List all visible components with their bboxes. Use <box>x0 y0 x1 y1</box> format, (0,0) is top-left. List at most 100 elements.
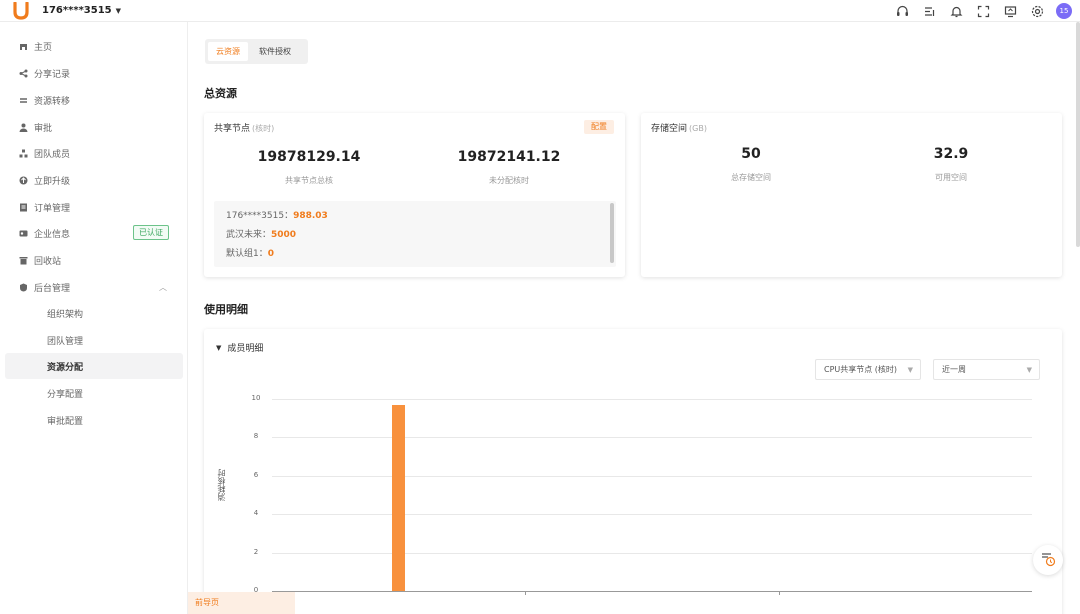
chevron-up-icon: ︿ <box>159 282 167 292</box>
sidebar-item-label: 回收站 <box>34 256 62 267</box>
list-item: 176****3515：988.03 <box>226 208 328 221</box>
stat-value: 50 <box>741 146 761 162</box>
y-axis-label: 消耗核时 <box>217 469 226 501</box>
top-toolbar: 15 <box>894 0 1072 22</box>
x-axis-line <box>272 591 1032 592</box>
gear-icon[interactable] <box>1029 3 1045 19</box>
sidebar-item-admin[interactable]: 后台管理 ︿ <box>5 274 183 300</box>
user-icon <box>19 123 28 132</box>
alloc-name: 武汉未来： <box>226 230 272 240</box>
remote-desktop-icon[interactable] <box>1002 3 1018 19</box>
sidebar-item-approval[interactable]: 审批 <box>5 114 183 140</box>
y-tick-label: 2 <box>253 547 259 556</box>
sidebar-item-label: 组织架构 <box>47 309 84 320</box>
sidebar-item-label: 订单管理 <box>34 203 71 214</box>
trash-icon <box>19 256 28 265</box>
stat-label: 共享节点总核 <box>285 176 333 185</box>
gridline <box>272 514 1032 516</box>
sidebar-item-label: 分享记录 <box>34 69 71 80</box>
sidebar-subitem-team-management[interactable]: 团队管理 <box>5 327 183 353</box>
list-icon[interactable] <box>921 3 937 19</box>
list-item: 武汉未来：5000 <box>226 227 296 240</box>
stat-label: 未分配核时 <box>489 176 529 185</box>
sidebar-item-home[interactable]: 主页 <box>5 33 183 59</box>
period-select[interactable]: 近一周 ▼ <box>933 359 1040 380</box>
y-tick-label: 4 <box>253 509 259 518</box>
sidebar-item-label: 团队成员 <box>34 149 71 160</box>
select-value: 近一周 <box>942 365 966 374</box>
bar-0[interactable] <box>392 404 406 591</box>
guide-page-link[interactable]: 前导页 <box>188 592 295 614</box>
metric-select[interactable]: CPU共享节点 (核时) ▼ <box>815 359 921 380</box>
sidebar-item-label: 企业信息 <box>34 229 71 240</box>
members-toggle[interactable]: ▼ 成员明细 <box>216 341 263 355</box>
sidebar-subitem-org-structure[interactable]: 组织架构 <box>5 300 183 326</box>
alloc-value: 0 <box>267 249 274 259</box>
company-icon <box>19 229 28 238</box>
sidebar-item-label: 立即升级 <box>34 176 71 187</box>
sidebar-item-resource-transfer[interactable]: 资源转移 <box>5 87 183 113</box>
chevron-down-icon: ▼ <box>1026 365 1032 374</box>
y-tick-label: 6 <box>253 470 259 479</box>
sidebar-item-label: 后台管理 <box>34 283 71 294</box>
tab-software-license[interactable]: 软件授权 <box>251 42 299 61</box>
sidebar-subitem-approval-config[interactable]: 审批配置 <box>5 407 183 433</box>
config-button[interactable]: 配置 <box>584 120 614 134</box>
app-logo[interactable] <box>10 0 32 22</box>
sidebar-subitem-resource-allocation[interactable]: 资源分配 <box>5 353 183 379</box>
stat-label: 总存储空间 <box>731 173 771 182</box>
list-scrollbar[interactable] <box>610 203 614 263</box>
sidebar-item-trash[interactable]: 回收站 <box>5 247 183 273</box>
sidebar-subitem-share-config[interactable]: 分享配置 <box>5 380 183 406</box>
sidebar-item-orders[interactable]: 订单管理 <box>5 194 183 220</box>
float-action-button[interactable] <box>1033 545 1063 575</box>
bell-icon[interactable] <box>948 3 964 19</box>
list-item: 默认组1：0 <box>226 246 274 259</box>
headset-icon[interactable] <box>894 3 910 19</box>
stat-total-cores: 19878129.14 共享节点总核 <box>219 149 399 186</box>
select-value: CPU共享节点 (核时) <box>824 365 898 374</box>
avatar[interactable]: 15 <box>1056 3 1072 19</box>
stat-unallocated-cores: 19872141.12 未分配核时 <box>419 149 599 186</box>
sidebar-item-label: 审批配置 <box>47 416 84 427</box>
sidebar: 主页 分享记录 资源转移 审批 团队成员 立即升级 订单管理 企业信息 已认证 … <box>0 22 188 614</box>
card-title: 存储空间 (GB) <box>651 121 707 134</box>
alloc-name: 默认组1： <box>226 249 268 259</box>
x-tick <box>525 591 527 595</box>
gridline <box>272 437 1032 439</box>
sidebar-item-company-info[interactable]: 企业信息 已认证 <box>5 220 183 246</box>
alloc-value: 988.03 <box>293 211 328 221</box>
sidebar-item-upgrade[interactable]: 立即升级 <box>5 167 183 193</box>
top-bar: 176****3515 ▼ 15 <box>0 0 1080 22</box>
card-unit: (核时) <box>252 124 275 133</box>
sidebar-item-team-members[interactable]: 团队成员 <box>5 140 183 166</box>
sidebar-item-label: 团队管理 <box>47 336 84 347</box>
stat-value: 19878129.14 <box>257 149 361 165</box>
clock-list-icon <box>1040 551 1056 570</box>
page-scrollbar[interactable] <box>1076 22 1080 247</box>
alloc-name: 176****3515： <box>226 211 294 221</box>
usage-detail-card: ▼ 成员明细 CPU共享节点 (核时) ▼ 近一周 ▼ 消耗核时 0 2 4 6 8 10 <box>204 329 1062 614</box>
shared-node-card: 共享节点 (核时) 配置 19878129.14 共享节点总核 19872141.… <box>204 113 625 277</box>
sidebar-item-label: 资源转移 <box>34 96 71 107</box>
tab-bar: 云资源 软件授权 <box>205 39 308 64</box>
section-title-usage: 使用明细 <box>204 303 248 316</box>
share-icon <box>19 69 28 78</box>
x-tick <box>778 591 780 595</box>
upgrade-icon <box>19 176 28 185</box>
y-tick-label: 8 <box>253 432 259 441</box>
account-switcher[interactable]: 176****3515 ▼ <box>42 5 121 16</box>
alloc-value: 5000 <box>271 230 297 240</box>
allocation-list: 176****3515：988.03 武汉未来：5000 默认组1：0 <box>214 201 616 267</box>
stat-label: 可用空间 <box>935 173 967 182</box>
home-icon <box>19 42 28 51</box>
section-title-total: 总资源 <box>204 87 237 100</box>
y-tick-label: 10 <box>251 394 261 402</box>
tab-cloud-resources[interactable]: 云资源 <box>208 42 248 61</box>
card-unit: (GB) <box>689 124 707 133</box>
fullscreen-icon[interactable] <box>975 3 991 19</box>
sidebar-item-share-records[interactable]: 分享记录 <box>5 60 183 86</box>
stat-available-storage: 32.9 可用空间 <box>861 146 1041 183</box>
sidebar-item-label: 主页 <box>34 42 53 53</box>
admin-icon <box>19 283 28 292</box>
